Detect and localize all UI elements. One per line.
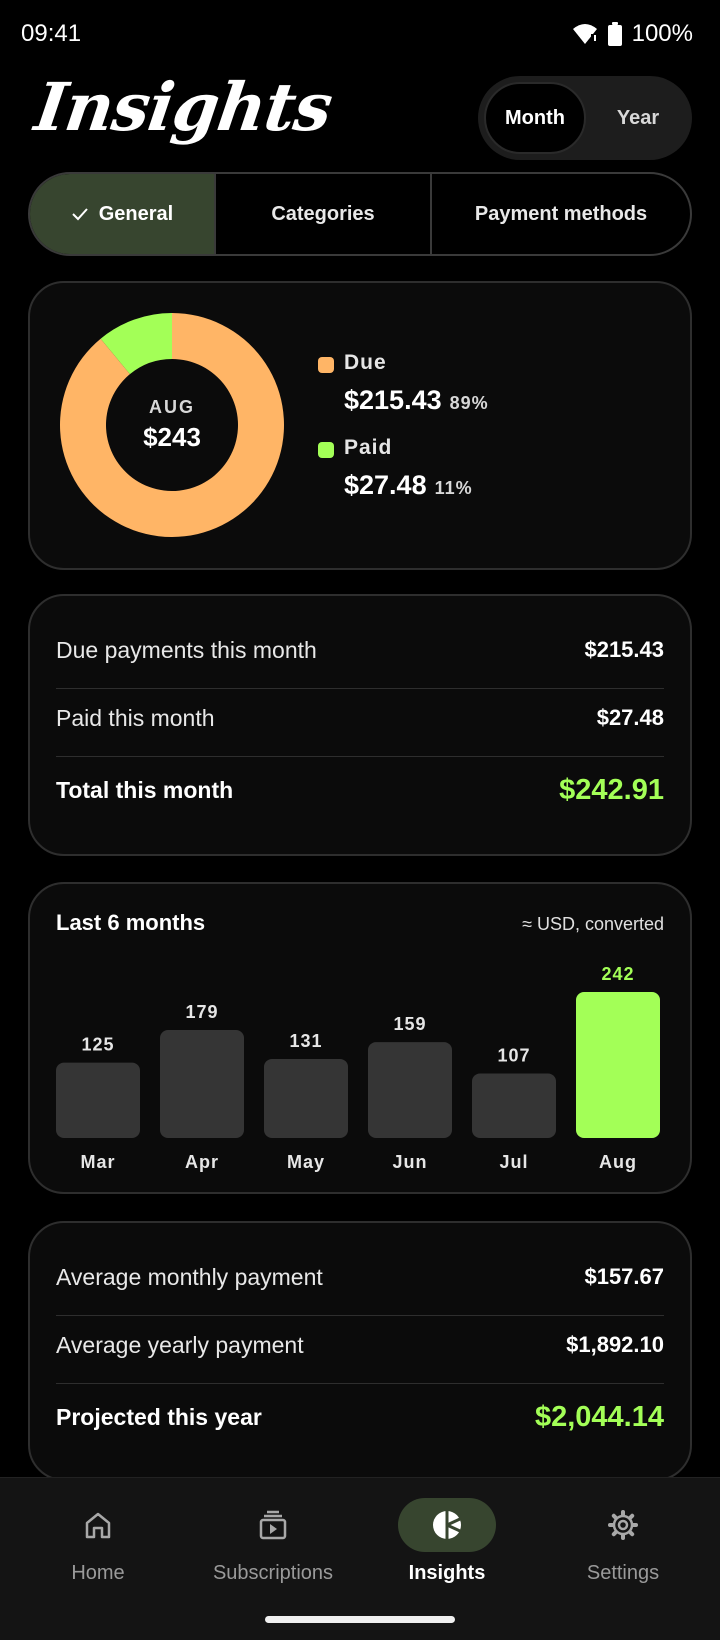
chart-title: Last 6 months [56, 910, 206, 935]
status-bar: 09:41 100% [0, 0, 720, 68]
nav-settings-label: Settings [586, 1562, 660, 1584]
paid-row: Paid this month $27.48 [56, 684, 664, 752]
total-value: $242.91 [559, 773, 664, 806]
last-6-months-card: 125 Mar 179 Apr 131 May 159 Jun 107 Jul 242 Aug Las… [28, 882, 692, 1194]
home-icon [85, 1512, 111, 1539]
projected-label: Projected this year [56, 1403, 262, 1430]
legend-paid-dot [318, 442, 334, 458]
average-monthly-row: Average monthly payment $157.67 [56, 1243, 664, 1311]
subscriptions-icon-wrap [224, 1498, 322, 1552]
nav-insights[interactable]: Insights [362, 1498, 532, 1598]
subscriptions-icon [259, 1510, 287, 1540]
nav-home-label: Home [71, 1562, 125, 1584]
bar-jul [472, 1073, 556, 1138]
legend-paid-amount: $27.48 11% [344, 470, 473, 501]
tab-payment-methods[interactable]: Payment methods [432, 174, 690, 254]
period-year-button[interactable]: Year [590, 82, 686, 154]
donut-month: AUG [149, 397, 195, 417]
average-monthly-value: $157.67 [584, 1264, 664, 1289]
total-row: Total this month $242.91 [56, 756, 664, 824]
donut-total: $243 [143, 422, 201, 452]
legend-due-percent: 89% [449, 393, 489, 413]
bar-label-aug: Aug [599, 1152, 637, 1172]
bar-jun [368, 1042, 452, 1138]
nav-subscriptions[interactable]: Subscriptions [188, 1498, 358, 1598]
legend-due-dot [318, 357, 334, 373]
nav-subscriptions-label: Subscriptions [212, 1562, 334, 1584]
bar-mar [56, 1062, 140, 1138]
legend-paid-label: Paid [344, 436, 393, 459]
paid-label: Paid this month [56, 704, 215, 731]
average-yearly-row: Average yearly payment $1,892.10 [56, 1311, 664, 1379]
home-icon-wrap [49, 1498, 147, 1552]
tab-general-label: General [98, 202, 174, 225]
check-icon [72, 208, 88, 221]
average-monthly-label: Average monthly payment [56, 1263, 323, 1290]
due-payments-row: Due payments this month $215.43 [56, 616, 664, 684]
bar-may [264, 1058, 348, 1138]
legend-due-label: Due [344, 351, 387, 374]
average-yearly-label: Average yearly payment [56, 1331, 304, 1358]
averages-card: Average monthly payment $157.67 Average … [28, 1221, 692, 1481]
paid-value: $27.48 [596, 705, 664, 730]
bar-label-jul: Jul [499, 1152, 528, 1172]
nav-home[interactable]: Home [13, 1498, 183, 1598]
insight-tabs: General Categories Payment methods [28, 172, 692, 256]
total-label: Total this month [56, 776, 234, 803]
bar-label-apr: Apr [185, 1152, 219, 1172]
battery-icon [607, 22, 622, 46]
donut-card: AUG $243 Due $215.43 89% Paid $27.48 11% [28, 281, 692, 570]
bar-aug [576, 992, 660, 1138]
page-title: Insights [30, 68, 337, 146]
bar-label-mar: Mar [80, 1152, 115, 1172]
battery-percent: 100% [631, 20, 693, 47]
projected-value: $2,044.14 [534, 1400, 664, 1433]
wifi-icon [572, 23, 598, 45]
status-time: 09:41 [21, 20, 82, 47]
gear-icon [608, 1510, 638, 1540]
bar-value-jul: 107 [497, 1045, 530, 1065]
bar-value-aug: 242 [601, 964, 634, 984]
period-toggle: Month Year [478, 76, 692, 160]
period-month-button[interactable]: Month [484, 82, 586, 154]
due-payments-label: Due payments this month [56, 636, 317, 663]
pie-chart-icon [433, 1511, 461, 1539]
legend-paid-percent: 11% [434, 478, 473, 498]
tab-general[interactable]: General [30, 174, 216, 254]
donut-center: AUG $243 [60, 313, 284, 537]
bar-value-jun: 159 [393, 1014, 426, 1034]
legend-due-amount: $215.43 89% [344, 385, 489, 416]
bar-label-may: May [287, 1152, 325, 1172]
monthly-summary-card: Due payments this month $215.43 Paid thi… [28, 594, 692, 856]
bar-value-apr: 179 [185, 1002, 218, 1022]
status-icons: 100% [572, 20, 693, 48]
chart-currency-note: ≈ USD, converted [522, 914, 664, 934]
insights-icon-wrap [398, 1498, 496, 1552]
bar-label-jun: Jun [392, 1152, 427, 1172]
bar-value-may: 131 [289, 1031, 322, 1051]
average-yearly-value: $1,892.10 [566, 1332, 664, 1357]
legend-due-value: $215.43 [344, 385, 442, 415]
donut-chart: AUG $243 [59, 313, 284, 537]
tab-categories[interactable]: Categories [216, 174, 432, 254]
nav-settings[interactable]: Settings [538, 1498, 708, 1598]
due-payments-value: $215.43 [584, 637, 664, 662]
settings-icon-wrap [574, 1498, 672, 1552]
bar-apr [160, 1030, 244, 1138]
projected-row: Projected this year $2,044.14 [56, 1383, 664, 1451]
home-indicator [265, 1616, 455, 1623]
legend-paid-value: $27.48 [344, 470, 427, 500]
bar-value-mar: 125 [81, 1035, 114, 1055]
nav-insights-label: Insights [408, 1562, 486, 1584]
